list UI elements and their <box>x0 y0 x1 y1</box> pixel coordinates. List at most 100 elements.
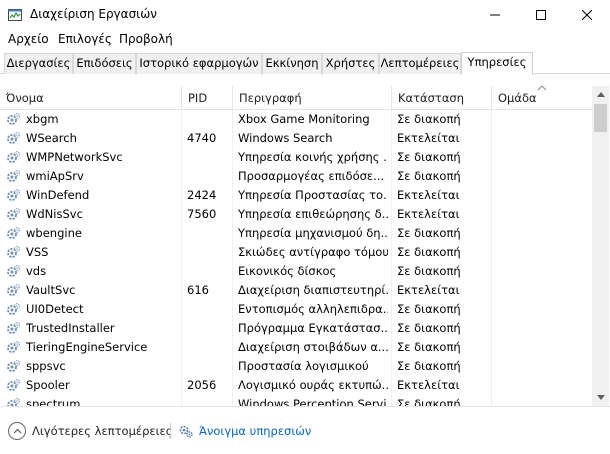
table-body: xbgm Xbox Game Monitoring Σε διακοπή WSearc… <box>0 110 592 406</box>
service-description: Προστασία λογισμικού <box>238 359 369 373</box>
column-header-description[interactable]: Περιγραφή <box>232 86 391 110</box>
fewer-details-button[interactable]: Λιγότερες λεπτομέρειες <box>8 421 172 441</box>
service-pid <box>187 148 229 167</box>
table-row[interactable]: WdNisSvc 7560 Υπηρεσία επιθεώρησης δ... Εκτ… <box>0 205 592 224</box>
service-status: Εκτελείται <box>397 207 460 221</box>
table-row[interactable]: wmiApSrv Προσαρμογέας επιδόσε... Σε διακοπ… <box>0 167 592 186</box>
tab-details[interactable]: Λεπτομέρειες <box>379 53 461 74</box>
service-description: Windows Perception Servi... <box>238 397 388 406</box>
service-status: Εκτελείται <box>397 283 460 297</box>
table-row[interactable]: sppsvc Προστασία λογισμικού Σε διακοπή <box>0 357 592 376</box>
service-pid <box>187 262 229 281</box>
service-name: vds <box>26 264 47 278</box>
table-row[interactable]: UI0Detect Εντοπισμός αλληλεπιδρα... Σε δια… <box>0 300 592 319</box>
service-pid <box>187 395 229 406</box>
table-row[interactable]: WMPNetworkSvc Υπηρεσία κοινής χρήσης ... Σ… <box>0 148 592 167</box>
service-group <box>497 129 591 148</box>
service-pid <box>187 300 229 319</box>
service-group <box>497 338 591 357</box>
service-group <box>497 281 591 300</box>
open-services-link[interactable]: Άνοιγμα υπηρεσιών <box>178 421 311 441</box>
table-row[interactable]: spectrum Windows Perception Servi... Σε δι… <box>0 395 592 406</box>
service-status: Σε διακοπή <box>397 397 461 406</box>
service-pid <box>187 338 229 357</box>
close-button[interactable] <box>564 0 610 30</box>
tab-startup[interactable]: Εκκίνηση <box>262 53 322 74</box>
service-name: WMPNetworkSvc <box>26 150 123 164</box>
scrollbar-thumb[interactable] <box>594 104 607 132</box>
scroll-down-button[interactable] <box>592 389 609 406</box>
table-row[interactable]: xbgm Xbox Game Monitoring Σε διακοπή <box>0 110 592 129</box>
menu-file[interactable]: Αρχείο <box>8 32 49 46</box>
service-pid: 616 <box>187 283 209 297</box>
chevron-down-icon <box>596 395 605 400</box>
service-pid <box>187 110 229 129</box>
service-gear-icon <box>6 378 21 393</box>
table-row[interactable]: vds Εικονικός δίσκος Σε διακοπή <box>0 262 592 281</box>
service-description: Υπηρεσία κοινής χρήσης ... <box>238 150 388 164</box>
service-name: WinDefend <box>26 188 90 202</box>
service-status: Σε διακοπή <box>397 321 461 335</box>
service-description: Υπηρεσία επιθεώρησης δ... <box>238 207 388 221</box>
service-group <box>497 110 591 129</box>
tab-processes[interactable]: Διεργασίες <box>4 53 73 74</box>
service-description: Λογισμικό ουράς εκτυπώ... <box>238 378 388 392</box>
column-header-status[interactable]: Κατάσταση <box>391 86 491 110</box>
tab-users[interactable]: Χρήστες <box>322 53 379 74</box>
tab-services[interactable]: Υπηρεσίες <box>461 52 533 75</box>
tab-app-history[interactable]: Ιστορικό εφαρμογών <box>136 53 262 74</box>
service-name: wbengine <box>26 226 82 240</box>
menu-options[interactable]: Επιλογές <box>58 32 112 46</box>
service-group <box>497 148 591 167</box>
service-name: wmiApSrv <box>26 169 84 183</box>
service-name: Spooler <box>26 378 70 392</box>
service-name: TrustedInstaller <box>26 321 115 335</box>
service-gear-icon <box>6 226 21 241</box>
service-group <box>497 319 591 338</box>
sort-arrow-icon <box>537 86 547 91</box>
table-row[interactable]: WSearch 4740 Windows Search Εκτελείται <box>0 129 592 148</box>
service-gear-icon <box>6 397 21 406</box>
service-description: Υπηρεσία Προστασίας το... <box>238 188 388 202</box>
service-gear-icon <box>6 359 21 374</box>
minimize-icon <box>490 14 500 16</box>
table-row[interactable]: TieringEngineService Διαχείριση στοιβάδων… <box>0 338 592 357</box>
menu-view[interactable]: Προβολή <box>119 32 173 46</box>
minimize-button[interactable] <box>472 0 518 30</box>
service-name: VaultSvc <box>26 283 76 297</box>
service-gear-icon <box>6 340 21 355</box>
table-row[interactable]: VaultSvc 616 Διαχείριση διαπιστευτηρί... Εκ… <box>0 281 592 300</box>
vertical-scrollbar[interactable] <box>592 86 609 406</box>
service-gear-icon <box>6 112 21 127</box>
scroll-up-button[interactable] <box>592 86 609 103</box>
service-description: Προσαρμογέας επιδόσε... <box>238 169 385 183</box>
service-pid: 2424 <box>187 188 217 202</box>
fewer-details-label: Λιγότερες λεπτομέρειες <box>32 424 173 438</box>
service-status: Εκτελείται <box>397 131 460 145</box>
table-header: Όνομα PID Περιγραφή Κατάσταση Ομάδα <box>0 86 592 110</box>
service-group <box>497 167 591 186</box>
footer-separator <box>170 423 171 439</box>
maximize-button[interactable] <box>518 0 564 30</box>
service-pid <box>187 224 229 243</box>
table-row[interactable]: WinDefend 2424 Υπηρεσία Προστασίας το... Εκ… <box>0 186 592 205</box>
service-status: Εκτελείται <box>397 188 460 202</box>
tab-performance[interactable]: Επιδόσεις <box>73 53 136 74</box>
service-group <box>497 357 591 376</box>
service-name: WSearch <box>26 131 77 145</box>
table-row[interactable]: VSS Σκιώδες αντίγραφο τόμου Σε διακοπή <box>0 243 592 262</box>
table-row[interactable]: wbengine Υπηρεσία μηχανισμού δη... Σε διακ… <box>0 224 592 243</box>
table-row[interactable]: Spooler 2056 Λογισμικό ουράς εκτυπώ... Εκτε… <box>0 376 592 395</box>
service-group <box>497 376 591 395</box>
service-status: Σε διακοπή <box>397 226 461 240</box>
task-manager-icon <box>8 9 22 21</box>
service-gear-icon <box>6 188 21 203</box>
service-group <box>497 300 591 319</box>
table-row[interactable]: TrustedInstaller Πρόγραμμα Εγκατάστασ... Σ… <box>0 319 592 338</box>
service-pid <box>187 357 229 376</box>
column-header-name[interactable]: Όνομα <box>0 86 181 110</box>
service-group <box>497 243 591 262</box>
column-header-pid[interactable]: PID <box>181 86 232 110</box>
gears-icon <box>179 425 193 438</box>
service-name: spectrum <box>26 397 81 406</box>
